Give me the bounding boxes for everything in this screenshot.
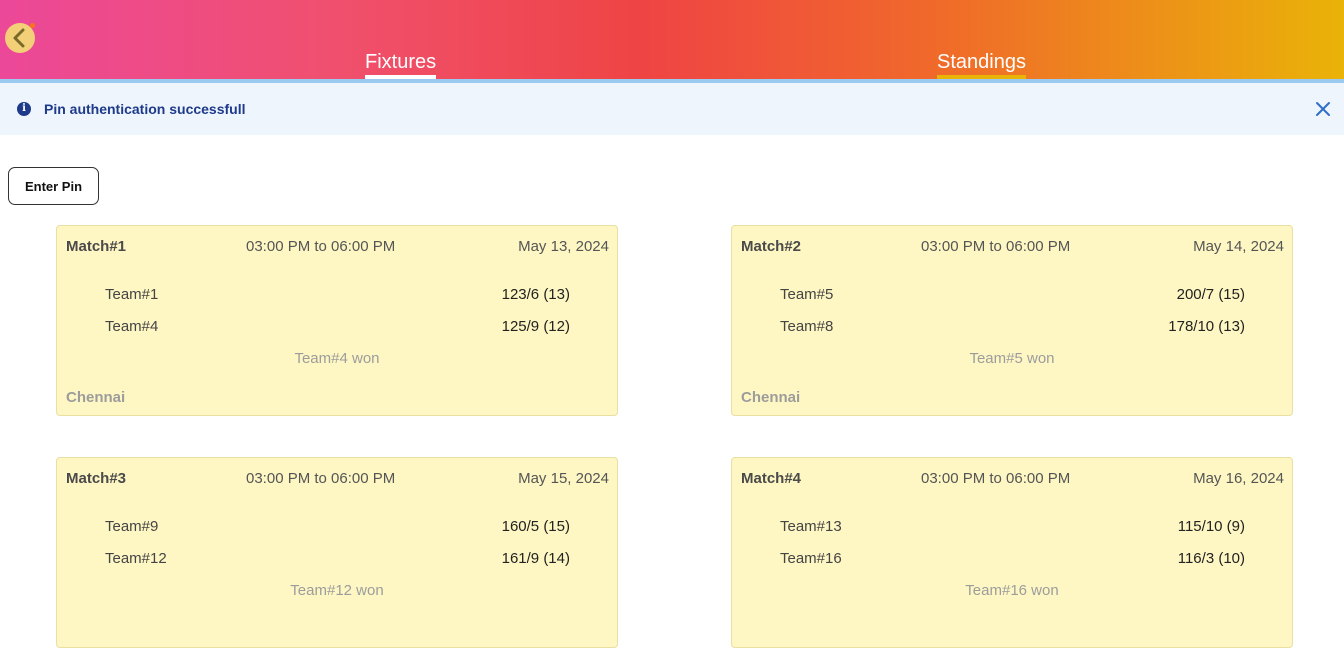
info-icon: i [17, 102, 31, 116]
notification-dot [30, 23, 35, 28]
team-two-name: Team#16 [780, 550, 842, 567]
match-card[interactable]: Match#3 03:00 PM to 06:00 PM May 15, 202… [56, 457, 618, 648]
match-date: May 16, 2024 [1193, 470, 1284, 487]
match-card[interactable]: Match#1 03:00 PM to 06:00 PM May 13, 202… [56, 225, 618, 416]
match-date: May 15, 2024 [518, 470, 609, 487]
team-two-score: 125/9 (12) [501, 318, 570, 335]
team-two-name: Team#8 [780, 318, 834, 335]
match-venue: Chennai [741, 389, 801, 406]
back-button[interactable] [5, 23, 35, 53]
team-two-name: Team#12 [105, 550, 167, 567]
team-one-name: Team#1 [105, 286, 159, 303]
match-date: May 14, 2024 [1193, 238, 1284, 255]
app-header: Fixtures Standings [0, 0, 1344, 79]
team-two-score: 116/3 (10) [1177, 550, 1245, 567]
match-time: 03:00 PM to 06:00 PM [246, 470, 396, 487]
match-result: Team#16 won [965, 582, 1059, 599]
chevron-left-icon [13, 28, 25, 48]
match-card[interactable]: Match#2 03:00 PM to 06:00 PM May 14, 202… [731, 225, 1293, 416]
match-title: Match#3 [66, 470, 127, 487]
team-one-name: Team#13 [780, 518, 842, 535]
match-time: 03:00 PM to 06:00 PM [246, 238, 396, 255]
team-one-name: Team#9 [105, 518, 159, 535]
match-card[interactable]: Match#4 03:00 PM to 06:00 PM May 16, 202… [731, 457, 1293, 648]
team-two-name: Team#4 [105, 318, 159, 335]
team-one-score: 160/5 (15) [501, 518, 570, 535]
team-two-score: 178/10 (13) [1168, 318, 1245, 335]
match-result: Team#5 won [969, 350, 1055, 367]
alert-message: Pin authentication successfull [44, 101, 246, 117]
success-alert: i Pin authentication successfull [0, 83, 1344, 135]
match-date: May 13, 2024 [518, 238, 609, 255]
enter-pin-button[interactable]: Enter Pin [8, 167, 99, 205]
match-result: Team#12 won [290, 582, 384, 599]
match-title: Match#2 [741, 238, 802, 255]
team-two-score: 161/9 (14) [501, 550, 570, 567]
team-one-score: 200/7 (15) [1176, 286, 1245, 303]
team-one-score: 115/10 (9) [1177, 518, 1245, 535]
tab-standings[interactable]: Standings [937, 50, 1026, 79]
tab-standings-label: Standings [937, 51, 1026, 73]
close-icon[interactable] [1314, 100, 1332, 118]
match-time: 03:00 PM to 06:00 PM [921, 470, 1071, 487]
match-time: 03:00 PM to 06:00 PM [921, 238, 1071, 255]
match-title: Match#1 [66, 238, 127, 255]
tab-fixtures[interactable]: Fixtures [365, 50, 437, 79]
match-title: Match#4 [741, 470, 802, 487]
match-venue: Chennai [66, 389, 126, 406]
team-one-score: 123/6 (13) [501, 286, 570, 303]
team-one-name: Team#5 [780, 286, 834, 303]
tab-fixtures-label: Fixtures [365, 51, 437, 73]
match-result: Team#4 won [294, 350, 380, 367]
